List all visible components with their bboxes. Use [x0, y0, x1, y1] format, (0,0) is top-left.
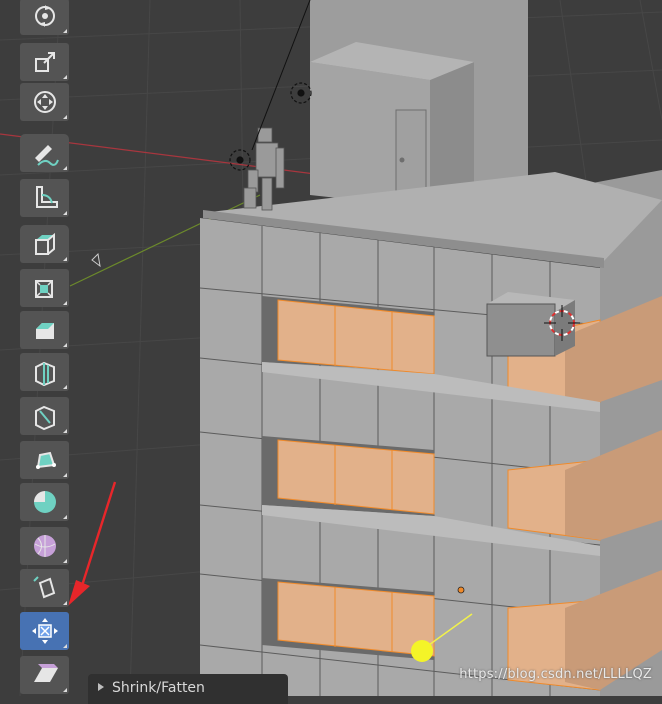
tool-options-corner [63, 601, 67, 605]
tool-options-corner [63, 211, 67, 215]
3d-viewport[interactable] [0, 0, 662, 696]
annotate-tool[interactable] [20, 134, 69, 172]
expand-triangle-icon[interactable] [98, 683, 104, 691]
tool-options-corner [63, 429, 67, 433]
rotate-tool[interactable] [20, 0, 69, 35]
shear-tool[interactable] [20, 656, 69, 694]
spin-tool[interactable] [20, 483, 69, 521]
ac-unit-front [486, 303, 556, 357]
tool-options-corner [63, 75, 67, 79]
bevel-tool[interactable] [20, 311, 69, 349]
transform-tool[interactable] [20, 83, 69, 121]
pivot-point [457, 586, 465, 594]
person-figure [243, 127, 285, 211]
operator-panel[interactable]: Shrink/Fatten [88, 674, 288, 704]
tool-options-corner [63, 385, 67, 389]
smooth-tool[interactable] [20, 527, 69, 565]
tool-options-corner [63, 343, 67, 347]
loop-cut-tool[interactable] [20, 353, 69, 391]
viewport-scene [0, 0, 662, 696]
extrude-region-icon [34, 232, 55, 255]
shrink-fatten-icon [31, 618, 58, 644]
smooth-icon [33, 535, 56, 557]
knife-icon [34, 405, 55, 431]
scale-tool[interactable] [20, 43, 69, 81]
tool-options-corner [63, 473, 67, 477]
tool-options-corner [63, 559, 67, 563]
transform-icon [33, 91, 56, 113]
tool-shelf [0, 0, 78, 696]
poly-build-icon [35, 451, 56, 469]
tool-options-corner [63, 115, 67, 119]
annotate-icon [34, 145, 59, 166]
extrude-region-tool[interactable] [20, 225, 69, 263]
tool-options-corner [63, 257, 67, 261]
spin-icon [33, 491, 56, 513]
rotate-icon [34, 5, 55, 27]
tool-options-corner [63, 166, 67, 170]
knife-tool[interactable] [20, 397, 69, 435]
measure-icon [35, 186, 58, 208]
tool-options-corner [63, 29, 67, 33]
inset-faces-icon [34, 280, 53, 298]
camera-marker [91, 252, 101, 268]
inset-faces-tool[interactable] [20, 269, 69, 307]
edge-slide-tool[interactable] [20, 569, 69, 607]
scale-icon [34, 52, 55, 72]
tool-options-corner [63, 301, 67, 305]
poly-build-tool[interactable] [20, 441, 69, 479]
watermark: https://blog.csdn.net/LLLLQZ [459, 667, 652, 682]
tool-options-corner [63, 644, 67, 648]
window-row-2 [262, 436, 435, 516]
shear-icon [33, 664, 58, 682]
loop-cut-icon [34, 361, 55, 387]
measure-tool[interactable] [20, 179, 69, 217]
tool-options-corner [63, 688, 67, 692]
shrink-fatten-tool[interactable] [20, 612, 69, 650]
shrink-fatten-gizmo-handle [411, 640, 433, 662]
operator-panel-label: Shrink/Fatten [112, 680, 205, 696]
tool-options-corner [63, 515, 67, 519]
edge-slide-icon [32, 576, 55, 599]
bevel-icon [35, 323, 54, 339]
